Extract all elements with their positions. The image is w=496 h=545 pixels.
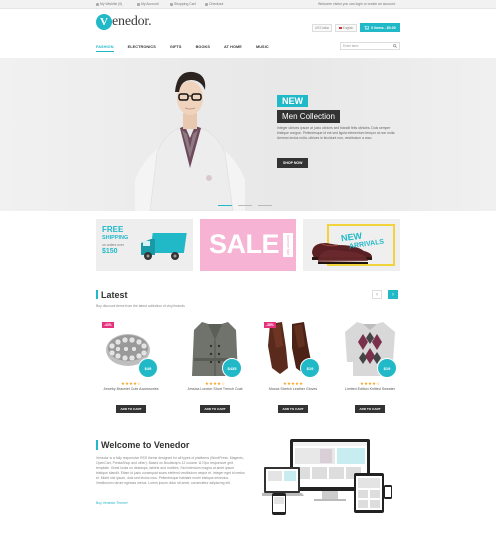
slider-dot-active[interactable] bbox=[218, 205, 232, 206]
flag-icon bbox=[338, 27, 342, 29]
nav-electronics[interactable]: ELECTRONICS bbox=[128, 45, 156, 49]
product-card[interactable]: $435 ★★★★☆ Jessica London Short Trench C… bbox=[180, 318, 250, 418]
hero-title: Men Collection bbox=[277, 110, 340, 123]
nav-music[interactable]: MUSIC bbox=[256, 45, 269, 49]
responsive-devices-image bbox=[262, 439, 392, 515]
latest-subtitle: Buy discount items from the latest colle… bbox=[96, 304, 185, 308]
section-accent-bar bbox=[96, 290, 98, 299]
cart-icon bbox=[364, 25, 370, 30]
welcome-text: Venedor is a fully responsive RSS theme … bbox=[96, 456, 245, 485]
product-name[interactable]: Jewelry Bracelet Cute Accessories bbox=[96, 387, 166, 392]
cart-icon bbox=[170, 2, 173, 6]
price-badge: $19 bbox=[300, 358, 320, 378]
shopping-cart-link[interactable]: Shopping Cart bbox=[170, 2, 196, 6]
my-account-link[interactable]: My Account bbox=[137, 2, 159, 6]
language-select[interactable]: English bbox=[335, 24, 357, 32]
orders-over-text: on orders over bbox=[102, 243, 124, 247]
heart-icon bbox=[96, 2, 99, 6]
user-icon bbox=[137, 2, 140, 6]
product-card[interactable]: $19 ★★★★☆ Limited Edition Knitted Sweate… bbox=[335, 318, 405, 418]
slider-dot[interactable] bbox=[258, 205, 272, 206]
shipping-text: SHIPPING bbox=[102, 235, 129, 241]
shop-now-button[interactable]: SHOP NOW bbox=[277, 158, 309, 168]
sale-side-text: Summer Sale bbox=[283, 233, 293, 257]
add-to-cart-button[interactable]: ADD TO CART bbox=[200, 405, 230, 413]
product-card[interactable]: -43% $49 ★★★★☆ Jewelry Bracelet Cute Acc… bbox=[96, 318, 166, 418]
hero-description: Integer ultrices ipsum at justo ultrices… bbox=[277, 126, 396, 140]
truck-icon bbox=[141, 233, 187, 260]
slider-dot[interactable] bbox=[238, 205, 252, 206]
nav-at-home[interactable]: AT HOME bbox=[224, 45, 242, 49]
add-to-cart-button[interactable]: ADD TO CART bbox=[355, 405, 385, 413]
logo[interactable]: V enedor. bbox=[96, 14, 152, 30]
hero-badge: NEW bbox=[277, 95, 308, 107]
nav-books[interactable]: BOOKS bbox=[196, 45, 210, 49]
check-icon bbox=[205, 2, 208, 6]
free-amount: $150 bbox=[102, 248, 118, 255]
sale-text: SALE bbox=[208, 229, 280, 259]
welcome-title: Welcome to Venedor bbox=[101, 440, 190, 450]
hero-model-image bbox=[135, 71, 245, 211]
logo-text: enedor. bbox=[112, 14, 152, 29]
buy-theme-link[interactable]: Buy Venedor Theme! bbox=[96, 501, 128, 505]
add-to-cart-button[interactable]: ADD TO CART bbox=[116, 405, 146, 413]
product-card[interactable]: -38% $19 ★★★★★ Mocca Stretch Leather Glo… bbox=[258, 318, 328, 418]
wishlist-link[interactable]: My Wishlist (0) bbox=[96, 2, 122, 6]
price-badge: $19 bbox=[377, 358, 397, 378]
new-arrivals-banner[interactable]: NEW ARRIVALS bbox=[303, 219, 400, 271]
product-name[interactable]: Limited Edition Knitted Sweater bbox=[335, 387, 405, 392]
product-name[interactable]: Jessica London Short Trench Coat bbox=[180, 387, 250, 392]
product-name[interactable]: Mocca Stretch Leather Gloves bbox=[258, 387, 328, 392]
welcome-message: Welcome visitor you can login or create … bbox=[318, 2, 396, 6]
free-shipping-banner[interactable]: FREE SHIPPING on orders over $150 bbox=[96, 219, 193, 271]
currency-select[interactable]: US Dollar bbox=[312, 24, 332, 32]
free-text: FREE bbox=[102, 225, 124, 234]
price-badge: $435 bbox=[222, 358, 242, 378]
top-bar bbox=[0, 0, 496, 9]
hero-slider[interactable]: NEW Men Collection Integer ultrices ipsu… bbox=[0, 58, 496, 211]
add-to-cart-button[interactable]: ADD TO CART bbox=[278, 405, 308, 413]
main-nav: FASHION ELECTRONICS GIFTS BOOKS AT HOME … bbox=[96, 42, 269, 52]
next-button[interactable]: › bbox=[388, 290, 398, 299]
prev-button[interactable]: ‹ bbox=[372, 290, 382, 299]
price-badge: $49 bbox=[138, 358, 158, 378]
checkout-link[interactable]: Checkout bbox=[205, 2, 223, 6]
search-input[interactable]: Enter term bbox=[340, 42, 400, 50]
sale-badge: -43% bbox=[102, 322, 114, 328]
sale-banner[interactable]: SALE Summer Sale bbox=[200, 219, 296, 271]
latest-title: Latest bbox=[101, 290, 128, 300]
sale-badge: -38% bbox=[264, 322, 276, 328]
nav-fashion[interactable]: FASHION bbox=[96, 45, 114, 52]
nav-gifts[interactable]: GIFTS bbox=[170, 45, 182, 49]
section-accent-bar bbox=[96, 440, 98, 450]
cart-button[interactable]: 0 items - $0.00 bbox=[360, 23, 400, 32]
logo-circle: V bbox=[96, 14, 112, 30]
search-icon[interactable] bbox=[391, 43, 399, 49]
